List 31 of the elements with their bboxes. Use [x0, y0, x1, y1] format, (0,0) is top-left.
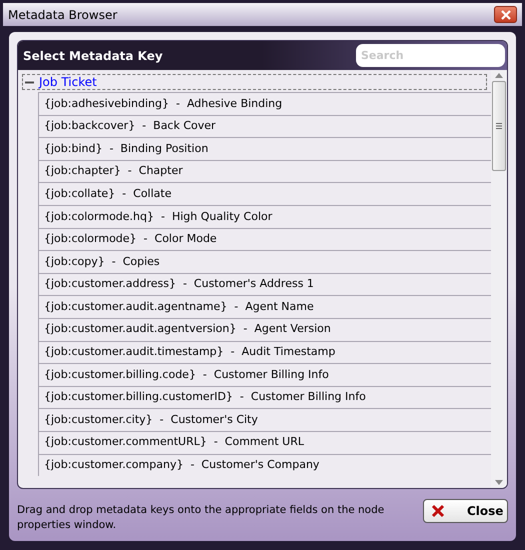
close-dialog-button[interactable]: Close	[423, 499, 508, 523]
metadata-key-item[interactable]: {job:bind} - Binding Position	[39, 137, 491, 160]
close-icon	[500, 10, 510, 20]
metadata-key-item[interactable]: {job:collate} - Collate	[39, 182, 491, 205]
metadata-key-item[interactable]: {job:customer.city} - Customer's City	[39, 408, 491, 431]
metadata-key-item[interactable]: {job:customer.address} - Customer's Address 1	[39, 272, 491, 296]
metadata-key-item[interactable]: {job:customer.audit.agentname} - Agent Name	[39, 295, 491, 318]
metadata-key-item[interactable]: {job:customer.company} - Customer's Company	[39, 454, 491, 476]
metadata-key-item[interactable]: {job:adhesivebinding} - Adhesive Binding	[39, 92, 491, 115]
metadata-key-item[interactable]: {job:customer.billing.code} - Customer Billing Info	[39, 363, 491, 386]
metadata-key-item[interactable]: {job:chapter} - Chapter	[39, 160, 491, 182]
node-label: Job Ticket	[39, 74, 97, 91]
scrollbar[interactable]	[491, 70, 507, 488]
metadata-key-item[interactable]: {job:customer.commentURL} - Comment URL	[39, 430, 491, 454]
scroll-down-icon[interactable]	[495, 480, 503, 485]
x-icon	[431, 504, 445, 518]
close-button[interactable]	[494, 6, 517, 23]
metadata-key-item[interactable]: {job:customer.billing.customerID} - Customer Billing Info	[39, 386, 491, 408]
scroll-up-icon[interactable]	[495, 73, 503, 78]
metadata-key-item[interactable]: {job:colormode.hq} - High Quality Color	[39, 204, 491, 228]
metadata-key-item[interactable]: {job:customer.audit.agentversion} - Agent Version	[39, 318, 491, 341]
grip-icon	[496, 123, 502, 129]
panel-title: Select Metadata Key	[23, 48, 163, 64]
metadata-key-item[interactable]: {job:customer.audit.timestamp} - Audit Timestamp	[39, 340, 491, 364]
tree-node[interactable]: Job Ticket	[22, 74, 487, 90]
metadata-key-item[interactable]: {job:colormode} - Color Mode	[39, 228, 491, 250]
metadata-key-item[interactable]: {job:backcover} - Back Cover	[39, 114, 491, 138]
hint-text: Drag and drop metadata keys onto the appropriate fields on the node properties window.	[17, 503, 386, 533]
window-title: Metadata Browser	[8, 6, 118, 24]
scroll-thumb[interactable]	[492, 81, 506, 171]
metadata-key-item[interactable]: {job:copy} - Copies	[39, 250, 491, 273]
